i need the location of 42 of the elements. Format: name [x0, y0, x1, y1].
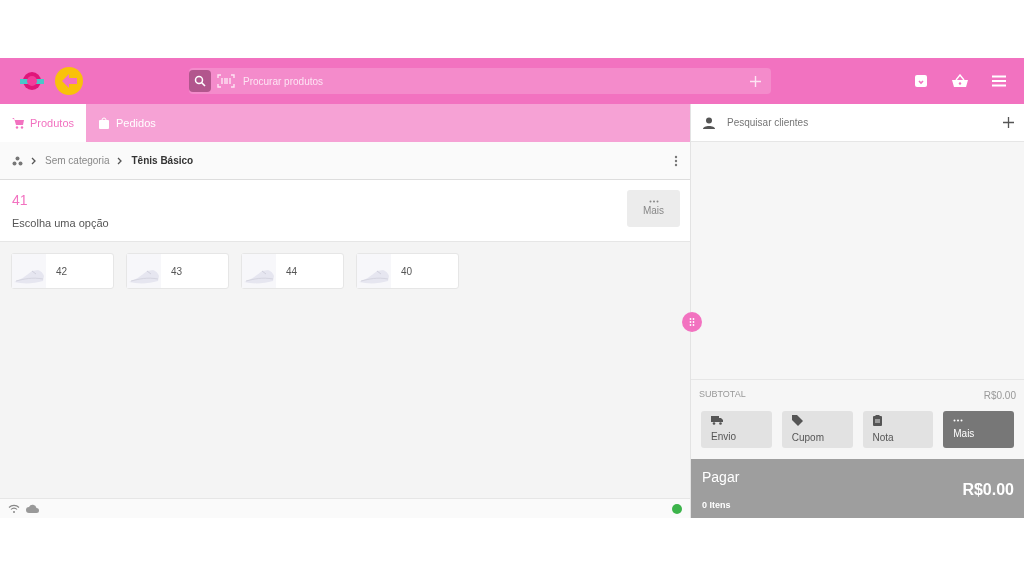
- action-button[interactable]: Nota: [862, 411, 934, 448]
- wifi-icon: [8, 503, 20, 514]
- menu-icon[interactable]: [992, 75, 1006, 87]
- variant-card[interactable]: 43: [126, 253, 229, 289]
- variant-card[interactable]: 42: [11, 253, 114, 289]
- breadcrumb-item: Tênis Básico: [131, 154, 194, 168]
- variant-card[interactable]: 40: [356, 253, 459, 289]
- action-button[interactable]: Envio: [701, 411, 772, 448]
- basket-icon[interactable]: [952, 74, 968, 88]
- product-title: 41: [12, 191, 29, 210]
- person-icon: [703, 116, 715, 129]
- barcode-scan-icon[interactable]: [217, 74, 235, 88]
- breadcrumb-item[interactable]: Sem categoria: [45, 153, 110, 168]
- cloud-icon: [26, 504, 39, 513]
- resize-handle[interactable]: [682, 312, 702, 332]
- truck-icon: [711, 415, 723, 425]
- search-bar[interactable]: Procurar produtos: [189, 68, 771, 94]
- variant-card[interactable]: 44: [241, 253, 344, 289]
- subtotal-label: SUBTOTAL: [699, 388, 746, 401]
- more-vertical-icon[interactable]: [674, 154, 678, 167]
- search-button[interactable]: [189, 70, 211, 92]
- tag-icon: [791, 414, 803, 426]
- search-field[interactable]: Procurar produtos: [241, 72, 744, 90]
- more-icon: [953, 418, 964, 422]
- cart-icon: [12, 117, 24, 129]
- clipboard-icon: [872, 414, 882, 426]
- action-button[interactable]: Cupom: [781, 411, 853, 448]
- add-icon[interactable]: [1003, 117, 1014, 128]
- subtotal-value: R$0.00: [983, 389, 1016, 403]
- more-icon: [648, 199, 659, 203]
- category-tree-icon[interactable]: [12, 155, 23, 166]
- cash-drawer-icon[interactable]: [914, 74, 928, 88]
- logo-icon: [18, 71, 46, 91]
- back-arrow-logo-icon[interactable]: [54, 66, 84, 96]
- chevron-icon: [31, 156, 37, 165]
- customer-search-bar[interactable]: Pesquisar clientes: [691, 104, 1024, 142]
- bag-icon: [98, 117, 111, 129]
- search-icon: [194, 75, 206, 87]
- action-button[interactable]: Mais: [943, 411, 1014, 448]
- product-subtitle: Escolha uma opção: [12, 216, 109, 231]
- more-button[interactable]: Mais: [627, 190, 680, 227]
- chevron-icon: [117, 156, 124, 165]
